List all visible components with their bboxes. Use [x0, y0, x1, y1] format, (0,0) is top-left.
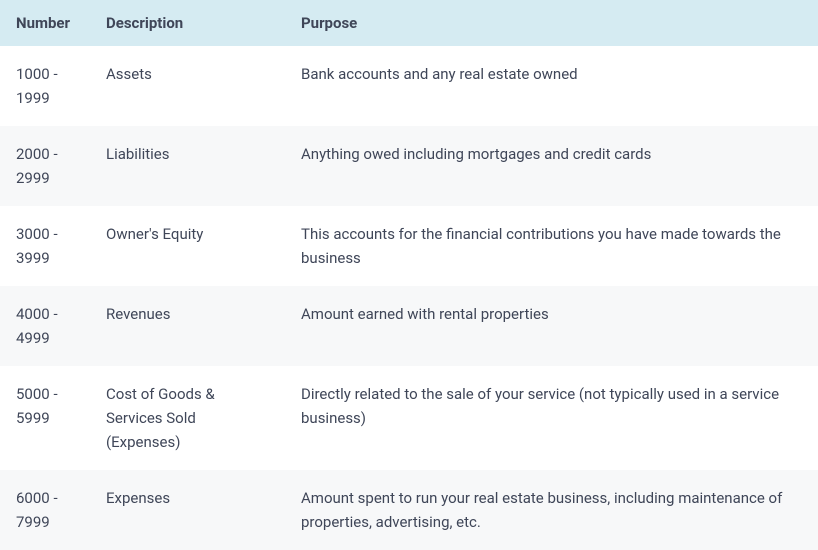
table-row: 2000 - 2999 Liabilities Anything owed in…	[0, 126, 818, 206]
cell-number: 3000 - 3999	[0, 206, 90, 286]
table-row: 3000 - 3999 Owner's Equity This accounts…	[0, 206, 818, 286]
table-header-row: Number Description Purpose	[0, 0, 818, 46]
table-row: 1000 - 1999 Assets Bank accounts and any…	[0, 46, 818, 126]
cell-purpose: Anything owed including mortgages and cr…	[285, 126, 818, 206]
cell-number: 4000 - 4999	[0, 286, 90, 366]
table-row: 6000 - 7999 Expenses Amount spent to run…	[0, 470, 818, 550]
cell-number: 5000 - 5999	[0, 366, 90, 470]
cell-description: Liabilities	[90, 126, 285, 206]
table-row: 4000 - 4999 Revenues Amount earned with …	[0, 286, 818, 366]
cell-purpose: Amount earned with rental properties	[285, 286, 818, 366]
cell-purpose: Amount spent to run your real estate bus…	[285, 470, 818, 550]
cell-description: Revenues	[90, 286, 285, 366]
accounts-table: Number Description Purpose 1000 - 1999 A…	[0, 0, 818, 550]
cell-description: Assets	[90, 46, 285, 126]
header-number: Number	[0, 0, 90, 46]
cell-purpose: Directly related to the sale of your ser…	[285, 366, 818, 470]
cell-purpose: Bank accounts and any real estate owned	[285, 46, 818, 126]
cell-number: 1000 - 1999	[0, 46, 90, 126]
header-purpose: Purpose	[285, 0, 818, 46]
cell-description: Owner's Equity	[90, 206, 285, 286]
cell-description: Cost of Goods & Services Sold (Expenses)	[90, 366, 285, 470]
header-description: Description	[90, 0, 285, 46]
cell-purpose: This accounts for the financial contribu…	[285, 206, 818, 286]
cell-number: 6000 - 7999	[0, 470, 90, 550]
table-row: 5000 - 5999 Cost of Goods & Services Sol…	[0, 366, 818, 470]
cell-number: 2000 - 2999	[0, 126, 90, 206]
cell-description: Expenses	[90, 470, 285, 550]
